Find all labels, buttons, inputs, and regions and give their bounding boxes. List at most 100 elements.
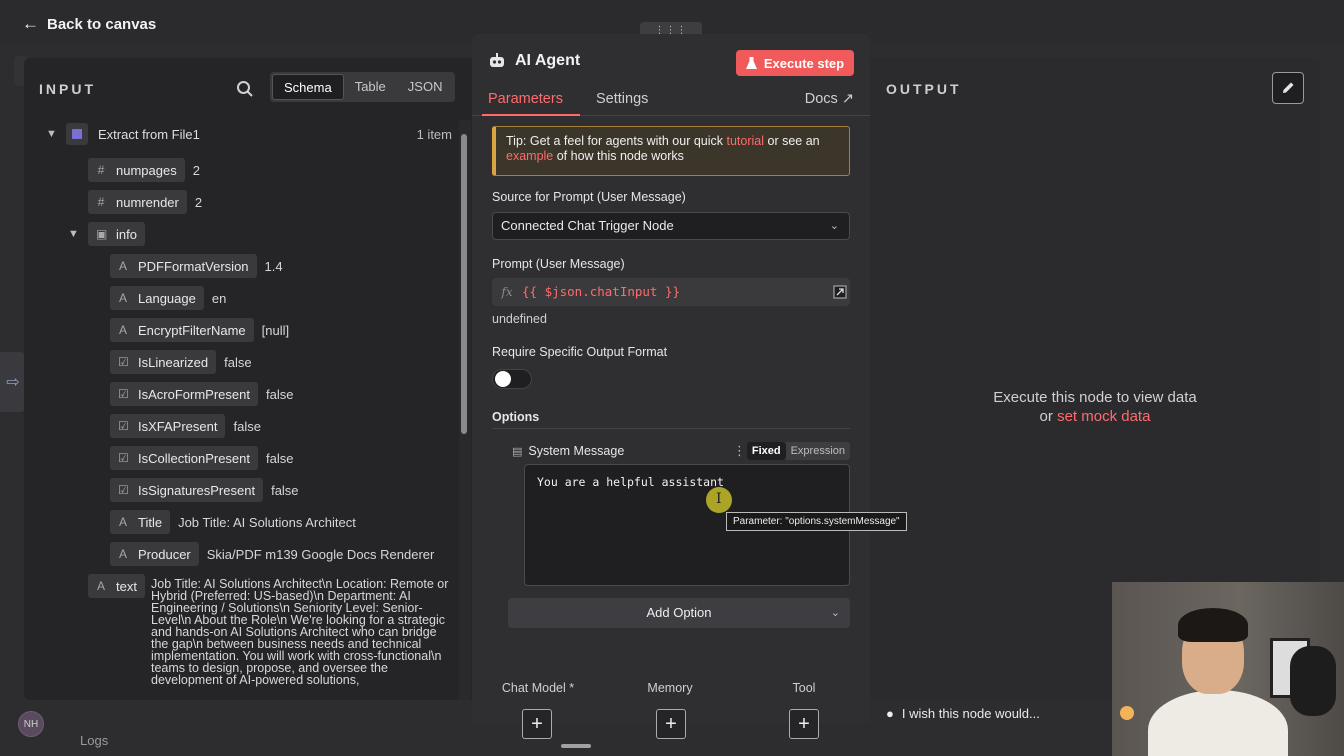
tree-node-extract[interactable]: ▼ Extract from File1 [46,123,200,145]
field-row: A EncryptFilterName [null] [110,318,289,342]
checkbox-type-icon: ☑ [118,451,129,465]
add-chat-model-button[interactable]: + [522,709,552,739]
field-value: 2 [194,194,203,210]
node-detail-panel: AI Agent Execute step Parameters Setting… [472,34,870,739]
parameter-tooltip: Parameter: "options.systemMessage" [726,512,907,531]
toggle-knob [495,371,511,387]
arrow-left-icon: ← [22,14,39,33]
chevron-down-icon: ⌄ [830,607,840,619]
field-row: ☑ IsLinearized false [110,350,252,374]
field-value: false [265,386,294,402]
field-pill[interactable]: ☑ IsSignaturesPresent [110,478,264,502]
field-row: # numpages 2 [88,158,200,182]
memory-label: Memory [647,681,693,695]
string-type-icon: A [96,579,105,593]
field-pill[interactable]: ☑ IsAcroFormPresent [110,382,258,406]
field-row: A PDFFormatVersion 1.4 [110,254,283,278]
lightbulb-icon: ● [886,706,894,721]
add-memory-button[interactable]: + [656,709,686,739]
field-pill[interactable]: A Producer [110,542,199,566]
add-tool-button[interactable]: + [789,709,819,739]
field-pill[interactable]: # numrender [88,190,187,214]
robot-icon [490,53,504,67]
tutorial-link[interactable]: tutorial [726,134,764,148]
active-tab-indicator [482,114,580,116]
field-value: false [271,482,299,498]
field-row: ☑ IsSignaturesPresent false [110,478,299,502]
plus-icon: + [798,712,810,735]
text-cursor-icon: I [716,491,722,507]
string-type-icon: A [118,547,127,561]
field-pill[interactable]: A EncryptFilterName [110,318,254,342]
input-panel: INPUT Schema Table JSON ▼ Extract from F… [24,58,472,700]
field-row: A Title Job Title: AI Solutions Architect [110,510,356,534]
edit-output-button[interactable] [1272,72,1304,104]
source-label: Source for Prompt (User Message) [492,190,686,204]
avatar[interactable]: NH [18,711,44,737]
input-scrollbar[interactable] [459,120,471,700]
webcam-microphone [1290,646,1336,716]
field-pill[interactable]: ☑ IsXFAPresent [110,414,226,438]
tab-json[interactable]: JSON [397,74,454,100]
field-value: Job Title: AI Solutions Architect [178,514,356,530]
example-link[interactable]: example [506,149,553,163]
mode-fixed[interactable]: Fixed [746,442,786,460]
fx-icon: fx [501,285,513,299]
divider [492,428,850,429]
item-count: 1 item [416,127,452,142]
output-format-toggle[interactable] [492,369,532,389]
source-value: Connected Chat Trigger Node [501,218,674,233]
prompt-expression-input[interactable]: fx {{ $json.chatInput }} [492,278,850,306]
field-pill[interactable]: ▣ info [88,222,145,246]
checkbox-type-icon: ☑ [118,483,129,497]
chevron-down-icon[interactable]: ▼ [68,228,82,240]
tab-settings[interactable]: Settings [596,91,648,107]
execute-step-button[interactable]: Execute step [736,50,854,76]
external-link-icon: ↗ [841,91,854,107]
options-label: Options [492,410,540,424]
field-value: 2 [192,162,200,178]
logs-toggle[interactable]: Logs [80,733,108,748]
field-row: A Producer Skia/PDF m139 Google Docs Rend… [110,542,434,566]
field-row: ☑ IsCollectionPresent false [110,446,293,470]
field-pill[interactable]: ☑ IsCollectionPresent [110,446,258,470]
field-pill[interactable]: ☑ IsLinearized [110,350,217,374]
text-field-value: Job Title: AI Solutions Architect\n Loca… [151,577,449,687]
add-option-button[interactable]: Add Option ⌄ [508,598,850,628]
resize-handle[interactable] [561,744,591,748]
feedback-link[interactable]: ● I wish this node would... [886,706,1040,721]
mode-expression[interactable]: Expression [786,442,850,460]
scrollbar-thumb[interactable] [461,134,467,434]
field-pill[interactable]: A Language [110,286,204,310]
field-pill[interactable]: Atext [88,574,145,598]
trash-icon[interactable]: ▤ [512,445,522,458]
chevron-down-icon[interactable]: ▼ [46,128,60,140]
field-pill[interactable]: # numpages [88,158,185,182]
more-options-icon[interactable]: ⋮ [733,443,746,459]
expand-editor-icon[interactable] [833,285,847,299]
flask-icon [745,56,757,69]
back-to-canvas-link[interactable]: ← Back to canvas [22,14,156,34]
checkbox-type-icon: ☑ [118,419,129,433]
tab-schema[interactable]: Schema [272,74,344,100]
tool-label: Tool [792,681,816,695]
source-select[interactable]: Connected Chat Trigger Node ⌄ [492,212,850,240]
field-value: false [224,354,252,370]
view-mode-switch: Schema Table JSON [270,72,456,102]
prompt-value: {{ $json.chatInput }} [522,284,681,299]
fixed-expression-switch: Fixed Expression [746,442,850,460]
side-expand-icon[interactable]: ⇨ [0,352,26,412]
field-pill[interactable]: A PDFFormatVersion [110,254,257,278]
node-tabs: Parameters Settings Docs ↗ [472,86,870,116]
field-row-info: ▼ ▣ info [68,222,145,246]
field-pill[interactable]: A Title [110,510,171,534]
output-panel-title: OUTPUT [886,81,962,97]
tab-parameters[interactable]: Parameters [488,91,563,107]
tab-table[interactable]: Table [344,74,397,100]
docs-link[interactable]: Docs ↗ [805,91,854,107]
field-row: A Language en [110,286,226,310]
search-icon[interactable] [236,80,254,98]
set-mock-data-link[interactable]: set mock data [1057,408,1150,425]
tip-text: or see an [764,134,820,148]
string-type-icon: A [118,515,127,529]
